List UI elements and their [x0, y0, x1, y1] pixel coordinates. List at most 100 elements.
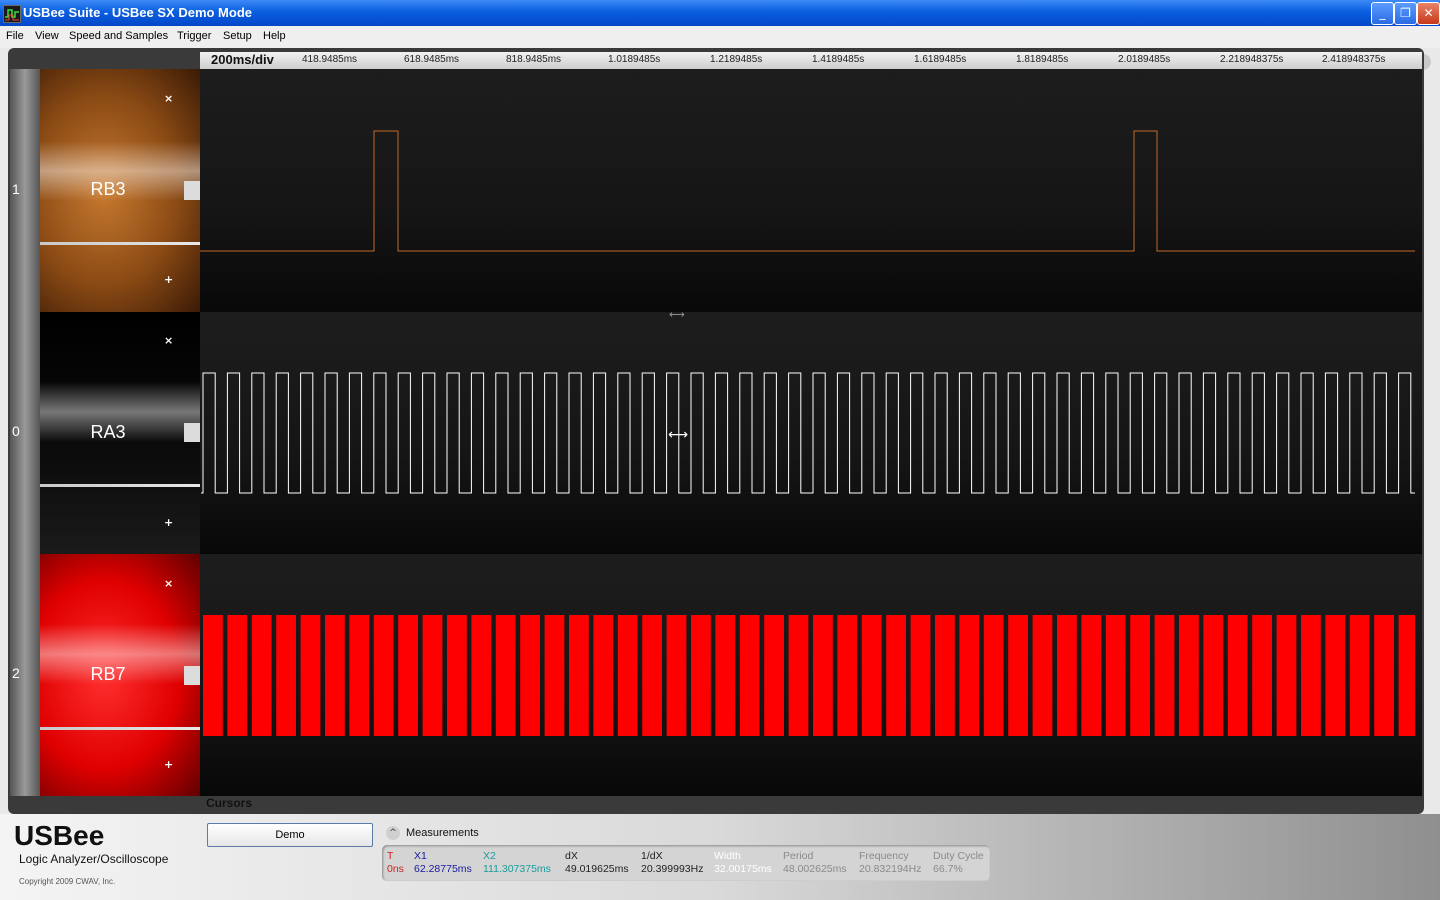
minimize-button[interactable]: _: [1371, 2, 1394, 25]
channel-name[interactable]: RB7: [40, 664, 176, 685]
timebase-label[interactable]: 200ms/div: [211, 52, 274, 67]
meas-frequency-value: 20.832194Hz: [859, 863, 922, 875]
channel-minus-button[interactable]: ×: [164, 334, 173, 347]
channel-divider: [40, 484, 200, 487]
rb7-pulse: [300, 615, 321, 736]
rb7-pulse: [1301, 615, 1321, 736]
meas-x1-label: X1: [414, 850, 427, 862]
time-tick: 1.2189485s: [710, 54, 763, 65]
channel-rb3[interactable]: 1 × RB3 +: [10, 69, 203, 312]
channel-number: 0: [12, 423, 20, 439]
rb7-pulse: [398, 615, 418, 736]
measurements-box: T 0ns X1 62.28775ms X2 111.307375ms dX 4…: [382, 845, 990, 881]
rb7-pulse: [373, 615, 394, 736]
channel-minus-button[interactable]: ×: [164, 577, 173, 590]
rb7-pulse: [1130, 615, 1150, 736]
time-tick: 618.9485ms: [404, 54, 460, 65]
demo-button[interactable]: Demo: [207, 823, 373, 847]
rb7-pulse: [1349, 615, 1370, 736]
maximize-button[interactable]: ❐: [1394, 2, 1417, 25]
channel-plus-button[interactable]: +: [164, 758, 173, 771]
channel-number-strip: 0: [10, 312, 40, 554]
channel-ra3[interactable]: 0 × RA3 +: [10, 312, 203, 554]
rb7-pulse: [959, 615, 980, 736]
meas-x2-label: X2: [483, 850, 496, 862]
channel-number: 2: [12, 665, 20, 681]
rb7-pulse: [1154, 615, 1175, 736]
rb7-pulse: [544, 615, 565, 736]
time-tick: 2.418948375s: [1322, 54, 1386, 65]
time-ruler[interactable]: 200ms/div 418.9485ms 618.9485ms 818.9485…: [200, 52, 1422, 69]
menu-file[interactable]: File: [6, 30, 24, 42]
usbee-logo: USBee: [14, 820, 105, 851]
channel-label-area[interactable]: × RB3 +: [40, 69, 203, 312]
rb7-pulse: [935, 615, 955, 736]
channel-label-area[interactable]: × RB7 +: [40, 554, 203, 796]
channel-name[interactable]: RB3: [40, 179, 176, 200]
menu-help[interactable]: Help: [263, 30, 286, 42]
channel-label-area[interactable]: × RA3 +: [40, 312, 203, 554]
resize-cursor-icon: ⟷: [668, 427, 689, 443]
rb7-pulse: [715, 615, 736, 736]
channel-rb7[interactable]: 2 × RB7 +: [10, 554, 203, 796]
meas-inv-dx-value: 20.399993Hz: [641, 863, 704, 875]
waveform-icon-graphic: [5, 9, 19, 21]
meas-duty-cycle-label: Duty Cycle: [933, 850, 984, 862]
rb7-pulse: [910, 615, 931, 736]
time-tick: 1.8189485s: [1016, 54, 1069, 65]
rb7-pulse: [593, 615, 614, 736]
rb7-pulse: [691, 615, 711, 736]
channel-plus-button[interactable]: +: [164, 516, 173, 529]
menu-setup[interactable]: Setup: [223, 30, 252, 42]
rb7-pulse: [837, 615, 858, 736]
measurements-collapse-icon[interactable]: ^: [386, 826, 400, 840]
channel-number: 1: [12, 181, 20, 197]
channel-plus-button[interactable]: +: [164, 273, 173, 286]
meas-width-value: 32.00175ms: [714, 863, 772, 875]
channel-name[interactable]: RA3: [40, 422, 176, 443]
menu-view[interactable]: View: [35, 30, 59, 42]
channel-number-strip: 1: [10, 69, 40, 312]
pane-split-handle[interactable]: ⟷: [669, 308, 685, 321]
rb7-pulse: [739, 615, 760, 736]
time-tick: 818.9485ms: [506, 54, 562, 65]
waveform-background: [200, 312, 1422, 554]
rb7-pulse: [203, 615, 223, 736]
waveform-rb7[interactable]: [200, 554, 1422, 796]
rb7-pulse: [1032, 615, 1053, 736]
menu-trigger[interactable]: Trigger: [177, 30, 211, 42]
rb7-pulse: [1203, 615, 1224, 736]
rb7-pulse: [1398, 615, 1415, 736]
rb7-pulse: [495, 615, 516, 736]
menu-speed-and-samples[interactable]: Speed and Samples: [69, 30, 168, 42]
channel-minus-button[interactable]: ×: [164, 92, 173, 105]
channel-divider: [40, 242, 200, 245]
rb7-pulse: [1374, 615, 1394, 736]
time-tick: 418.9485ms: [302, 54, 358, 65]
rb7-pulse: [764, 615, 784, 736]
cursors-heading: Cursors: [206, 796, 253, 810]
measurements-heading: Measurements: [406, 827, 479, 839]
window-title: USBee Suite - USBee SX Demo Mode: [23, 5, 252, 20]
meas-period-value: 48.002625ms: [783, 863, 847, 875]
time-tick: 2.0189485s: [1118, 54, 1171, 65]
meas-x2-value: 111.307375ms: [483, 863, 551, 875]
rb7-pulse: [471, 615, 492, 736]
time-tick: 1.4189485s: [812, 54, 865, 65]
time-tick: 1.0189485s: [608, 54, 661, 65]
rb7-pulse: [569, 615, 589, 736]
rb7-pulse: [1105, 615, 1126, 736]
rb7-pulse: [617, 615, 638, 736]
rb7-pulse: [276, 615, 296, 736]
meas-frequency-label: Frequency: [859, 850, 909, 862]
waveform-ra3[interactable]: [200, 312, 1422, 554]
waveform-rb3[interactable]: [200, 69, 1422, 312]
rb7-pulse: [1179, 615, 1199, 736]
waveform-app-icon[interactable]: [3, 5, 21, 23]
time-tick: 1.6189485s: [914, 54, 967, 65]
title-bar: USBee Suite - USBee SX Demo Mode _ ❐ ✕: [0, 0, 1440, 26]
close-button[interactable]: ✕: [1417, 2, 1440, 25]
channel-divider: [40, 727, 200, 730]
rb7-pulse: [1057, 615, 1077, 736]
rb7-pulse: [861, 615, 882, 736]
